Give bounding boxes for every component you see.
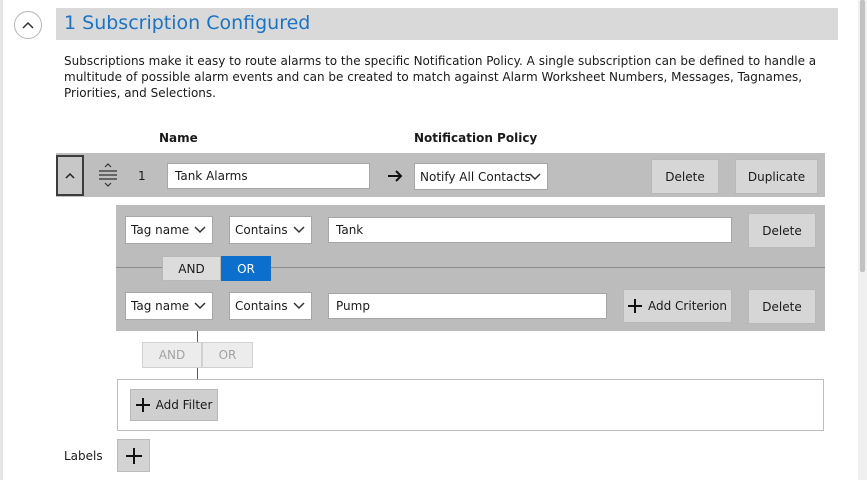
delete-criterion-button[interactable]: Delete <box>748 213 816 248</box>
criterion-field-select[interactable]: Tag name <box>125 216 213 244</box>
criterion-operator-select[interactable]: Contains <box>229 216 312 244</box>
criterion-operator-select[interactable]: Contains <box>229 292 312 320</box>
chevron-up-icon <box>65 172 75 179</box>
criterion-value-input[interactable]: Tank <box>328 217 732 243</box>
scrollbar-thumb[interactable] <box>860 0 865 272</box>
add-criterion-button[interactable]: Add Criterion <box>623 289 732 323</box>
arrow-right-icon <box>388 170 403 182</box>
logic-or-toggle[interactable]: OR <box>221 256 271 281</box>
drag-handle-icon[interactable] <box>97 163 119 187</box>
notification-policy-column-label: Notification Policy <box>414 131 538 145</box>
chevron-down-icon <box>293 226 305 234</box>
chevron-down-icon <box>194 226 206 234</box>
collapse-section-button[interactable] <box>14 11 42 39</box>
criterion-value-input[interactable]: Pump <box>328 293 607 319</box>
chevron-down-icon <box>529 172 541 180</box>
criterion-operator-value: Contains <box>235 223 288 237</box>
name-column-label: Name <box>159 131 198 145</box>
notification-policy-select[interactable]: Notify All Contacts <box>414 163 548 190</box>
delete-criterion-button[interactable]: Delete <box>748 289 816 324</box>
collapse-subscription-button[interactable] <box>56 155 84 196</box>
labels-label: Labels <box>64 449 103 463</box>
duplicate-subscription-button[interactable]: Duplicate <box>735 159 818 194</box>
subscription-name-input[interactable]: Tank Alarms <box>167 163 370 189</box>
subscription-index: 1 <box>138 169 146 183</box>
chevron-up-icon <box>22 21 34 29</box>
plus-icon <box>135 398 150 412</box>
notification-policy-value: Notify All Contacts <box>420 169 531 184</box>
section-title: 1 Subscription Configured <box>64 12 311 34</box>
left-edge <box>0 0 3 480</box>
chevron-down-icon <box>293 302 305 310</box>
criterion-field-value: Tag name <box>131 223 190 237</box>
add-filter-button[interactable]: Add Filter <box>130 389 218 421</box>
section-description: Subscriptions make it easy to route alar… <box>64 54 817 100</box>
connector-line <box>197 368 198 379</box>
filter-logic-or-toggle[interactable]: OR <box>202 342 253 368</box>
criterion-field-value: Tag name <box>131 299 190 313</box>
plus-icon <box>628 299 642 313</box>
filter-logic-and-toggle[interactable]: AND <box>142 342 202 368</box>
add-filter-container <box>117 379 824 431</box>
delete-subscription-button[interactable]: Delete <box>651 159 719 194</box>
add-label-button[interactable] <box>117 439 150 472</box>
connector-line <box>197 331 198 342</box>
criterion-field-select[interactable]: Tag name <box>125 292 213 320</box>
plus-icon <box>125 447 142 464</box>
add-criterion-label: Add Criterion <box>648 299 727 313</box>
chevron-down-icon <box>194 302 206 310</box>
logic-and-toggle[interactable]: AND <box>162 256 221 281</box>
add-filter-label: Add Filter <box>155 398 213 412</box>
criterion-operator-value: Contains <box>235 299 288 313</box>
